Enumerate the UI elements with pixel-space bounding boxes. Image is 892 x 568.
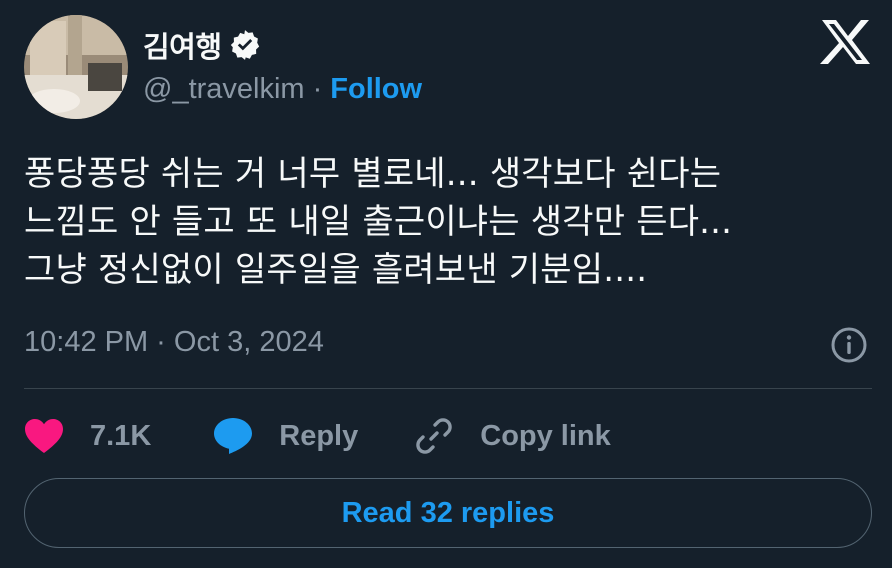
copy-link-button[interactable]: Copy link — [414, 416, 611, 456]
tweet-line: 느낌도 안 들고 또 내일 출근이냐는 생각만 든다... — [24, 202, 733, 242]
tweet-timestamp[interactable]: 10:42 PM · Oct 3, 2024 — [24, 326, 324, 359]
author-display-name[interactable]: 김여행 — [143, 24, 222, 66]
reply-label: Reply — [279, 419, 359, 452]
copy-link-label: Copy link — [480, 419, 611, 452]
info-icon[interactable] — [830, 326, 868, 364]
x-logo-icon[interactable] — [820, 18, 872, 66]
tweet-line: 그냥 정신없이 일주일을 흘려보낸 기분임.... — [24, 250, 648, 290]
action-bar: 7.1K Reply Copy link — [24, 414, 611, 458]
reply-bubble-icon — [214, 418, 253, 454]
like-count: 7.1K — [90, 419, 152, 452]
separator-dot: · — [312, 73, 323, 105]
read-replies-button[interactable]: Read 32 replies — [24, 478, 872, 548]
author-handle-row: @_travelkim · Follow — [143, 73, 422, 106]
link-icon — [416, 418, 452, 454]
tweet-text: 퐁당퐁당 쉬는 거 너무 별로네... 생각보다 쉰다는 느낌도 안 들고 또 … — [24, 150, 874, 294]
reply-button[interactable]: Reply — [213, 417, 358, 455]
heart-icon — [25, 419, 63, 453]
tweet-line: 퐁당퐁당 쉬는 거 너무 별로네... 생각보다 쉰다는 — [24, 154, 722, 194]
follow-button[interactable]: Follow — [330, 73, 422, 106]
verified-badge-icon — [228, 28, 262, 62]
author-name-row: 김여행 — [143, 24, 262, 66]
author-handle[interactable]: @_travelkim — [143, 73, 305, 106]
divider — [24, 388, 872, 389]
avatar[interactable] — [24, 15, 128, 119]
like-button[interactable]: 7.1K — [24, 418, 151, 454]
